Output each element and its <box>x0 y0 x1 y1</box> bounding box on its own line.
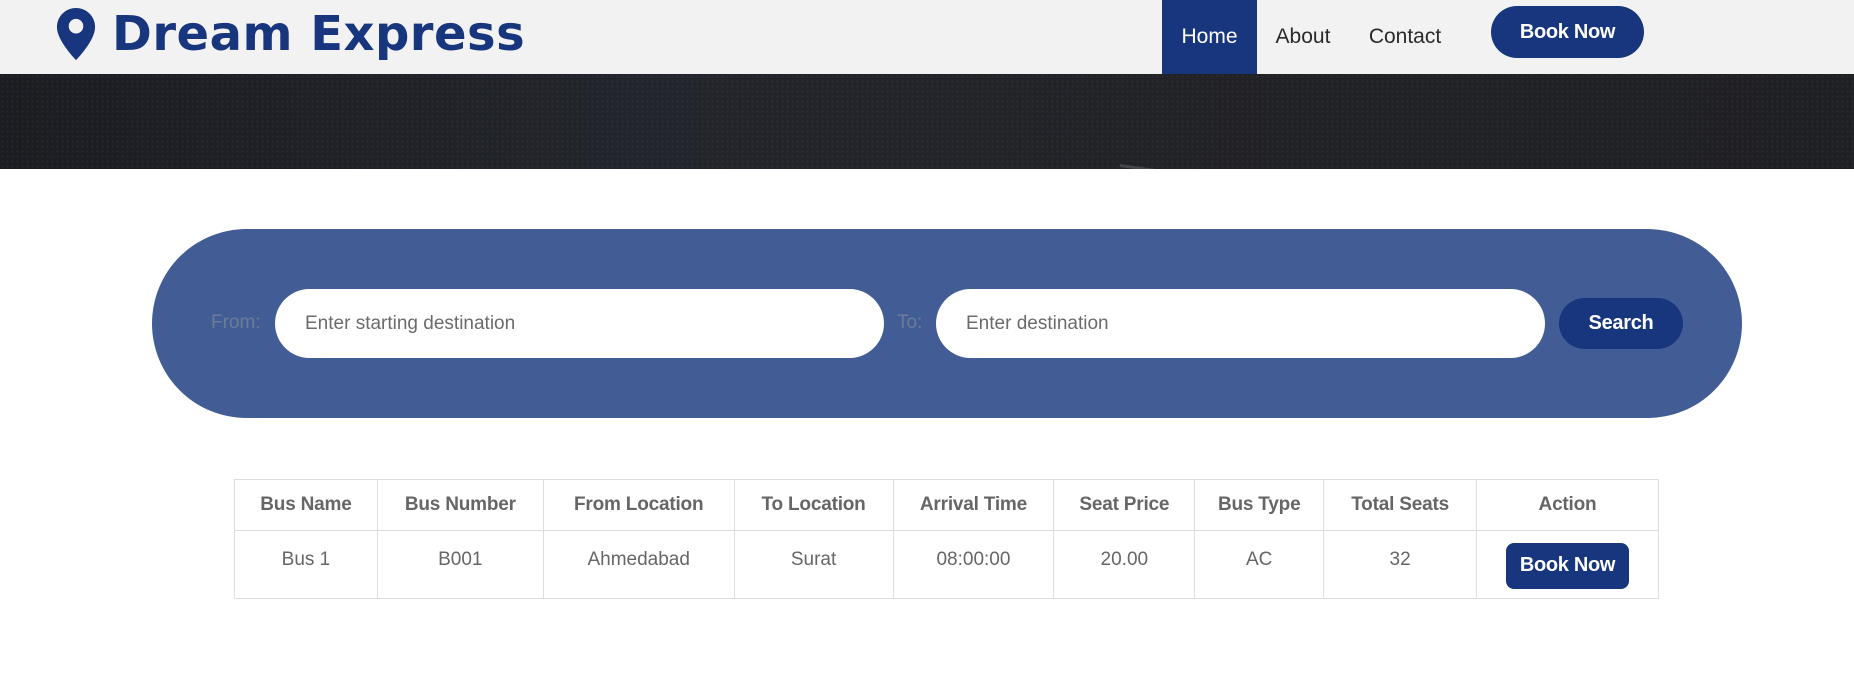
column-header-total-seats: Total Seats <box>1323 479 1477 531</box>
cell-bus-type: AC <box>1194 530 1325 599</box>
to-label: To: <box>897 312 923 333</box>
cell-bus-number: B001 <box>376 530 544 599</box>
column-header-action: Action <box>1476 479 1659 531</box>
nav-contact-link[interactable]: Contact <box>1360 0 1450 74</box>
column-header-seat-price: Seat Price <box>1053 479 1196 531</box>
column-header-bus-name: Bus Name <box>234 479 378 531</box>
navbar: Dream Express Home About Contact Book No… <box>0 0 1854 74</box>
cell-arrival-time: 08:00:00 <box>892 530 1055 599</box>
nav-book-now-button[interactable]: Book Now <box>1491 6 1644 58</box>
nav-about-link[interactable]: About <box>1266 0 1340 74</box>
column-header-bus-number: Bus Number <box>376 479 544 531</box>
from-label: From: <box>211 312 261 333</box>
bus-results-table: Bus Name Bus Number From Location To Loc… <box>234 479 1659 599</box>
column-header-to-location: To Location <box>733 479 894 531</box>
brand-name: Dream Express <box>112 6 526 62</box>
column-header-bus-type: Bus Type <box>1194 479 1325 531</box>
row-book-now-button[interactable]: Book Now <box>1506 542 1629 589</box>
cell-action: Book Now <box>1476 530 1659 599</box>
column-header-from-location: From Location <box>542 479 735 531</box>
cell-from-location: Ahmedabad <box>542 530 735 599</box>
from-input[interactable] <box>275 289 884 358</box>
hero-image <box>0 74 1854 169</box>
column-header-arrival-time: Arrival Time <box>892 479 1055 531</box>
cell-total-seats: 32 <box>1323 530 1477 599</box>
brand-logo[interactable]: Dream Express <box>54 4 525 64</box>
cell-seat-price: 20.00 <box>1053 530 1196 599</box>
table-row: Bus 1 B001 Ahmedabad Surat 08:00:00 20.0… <box>234 530 1659 599</box>
nav-home-link[interactable]: Home <box>1162 0 1257 74</box>
table-header-row: Bus Name Bus Number From Location To Loc… <box>234 479 1659 531</box>
to-input[interactable] <box>936 289 1545 358</box>
road-marking <box>1119 164 1229 169</box>
search-button[interactable]: Search <box>1559 298 1683 349</box>
cell-to-location: Surat <box>733 530 894 599</box>
cell-bus-name: Bus 1 <box>234 530 378 599</box>
map-pin-icon <box>56 8 96 60</box>
